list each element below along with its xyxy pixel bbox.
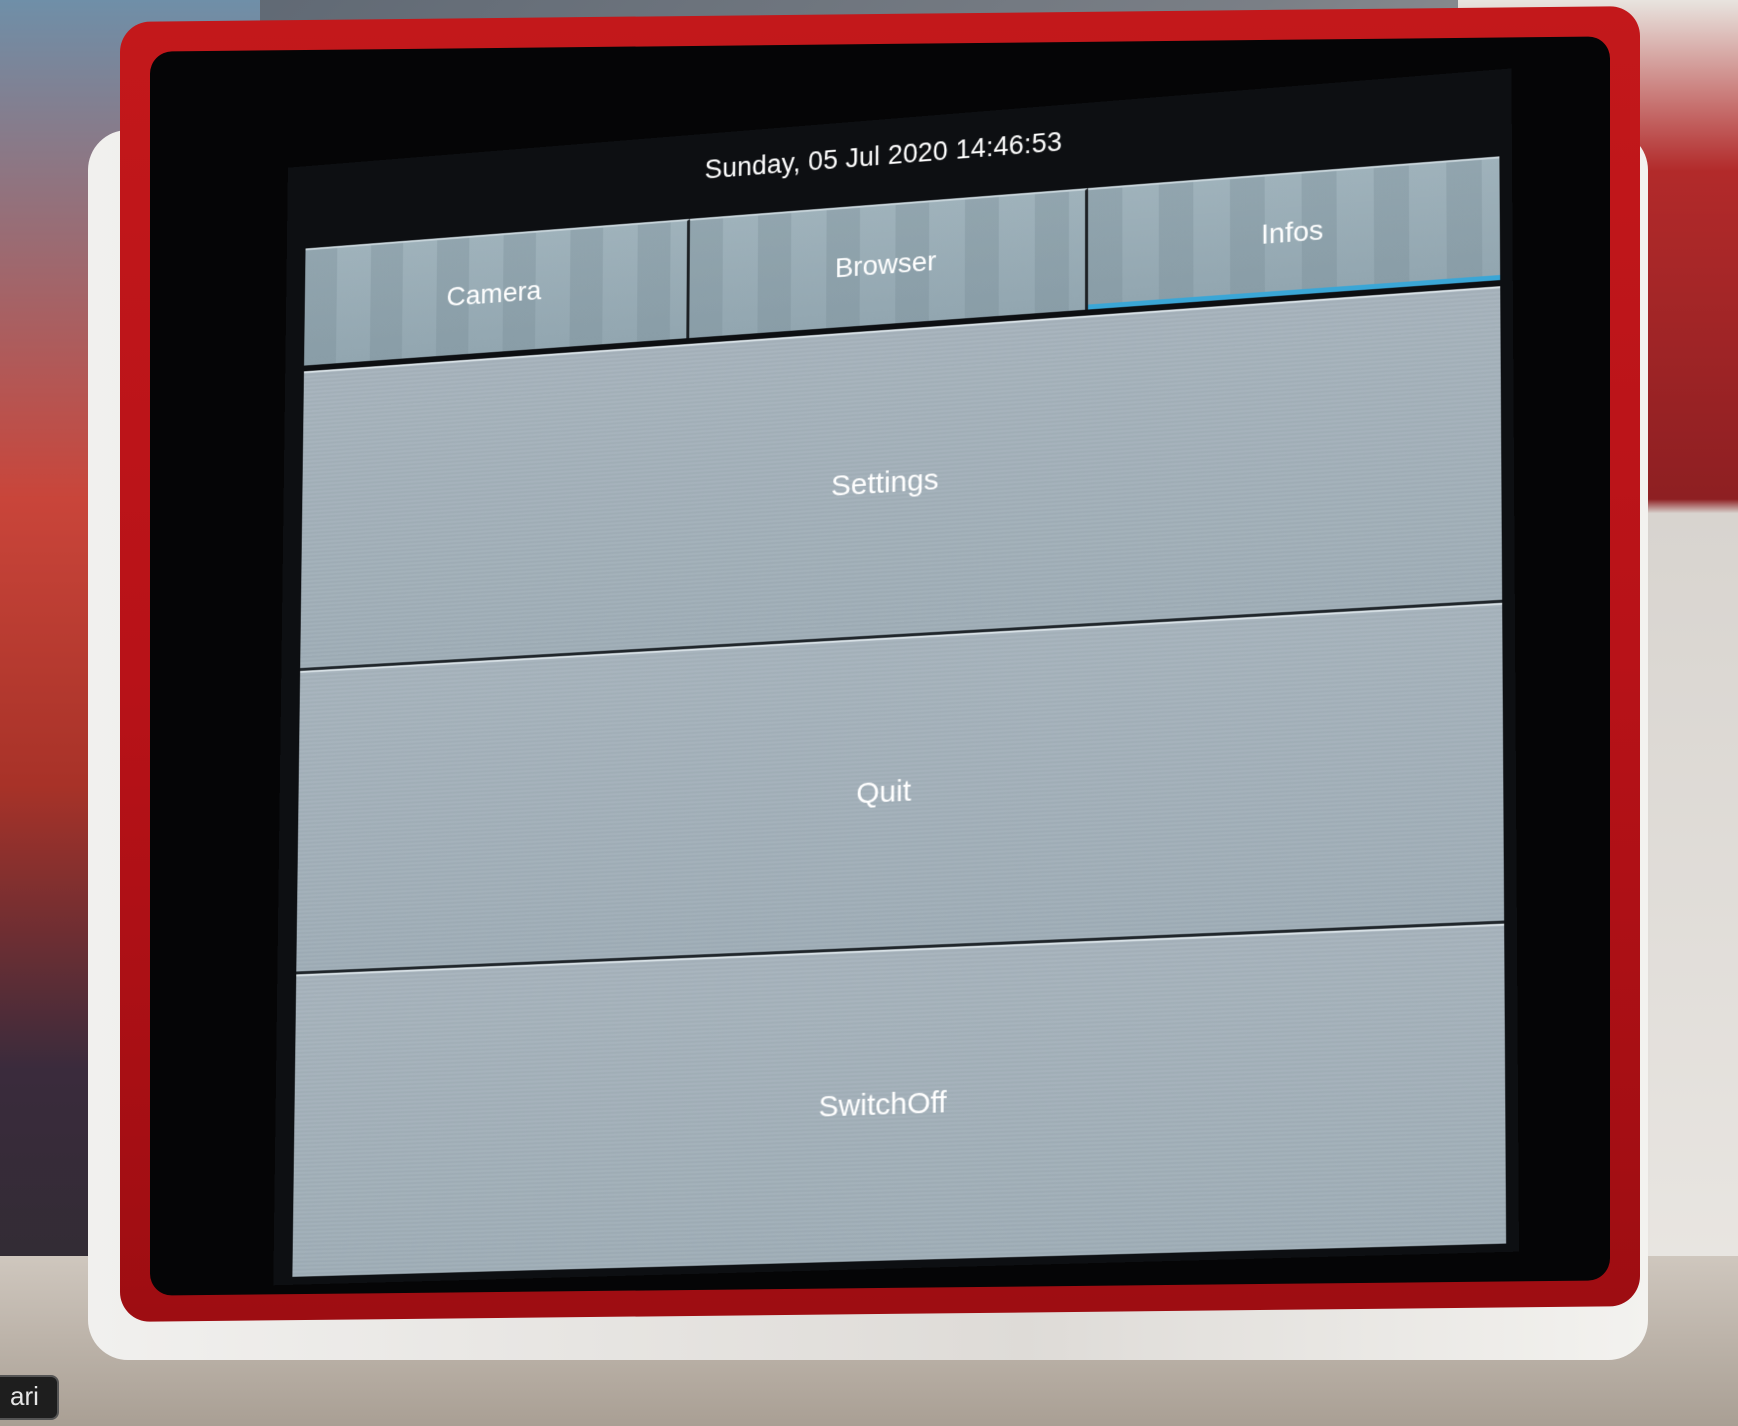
switchoff-button[interactable]: SwitchOff [292,923,1507,1277]
device-bezel: Sunday, 05 Jul 2020 14:46:53 Camera Brow… [150,36,1610,1296]
corner-overlay-label: ari [0,1375,59,1420]
device-frame: Sunday, 05 Jul 2020 14:46:53 Camera Brow… [120,6,1640,1322]
tab-camera[interactable]: Camera [304,218,690,366]
tab-browser[interactable]: Browser [688,188,1089,339]
infos-menu: Settings Quit SwitchOff [292,286,1507,1277]
touch-screen: Sunday, 05 Jul 2020 14:46:53 Camera Brow… [273,68,1519,1286]
tab-infos[interactable]: Infos [1088,156,1501,310]
